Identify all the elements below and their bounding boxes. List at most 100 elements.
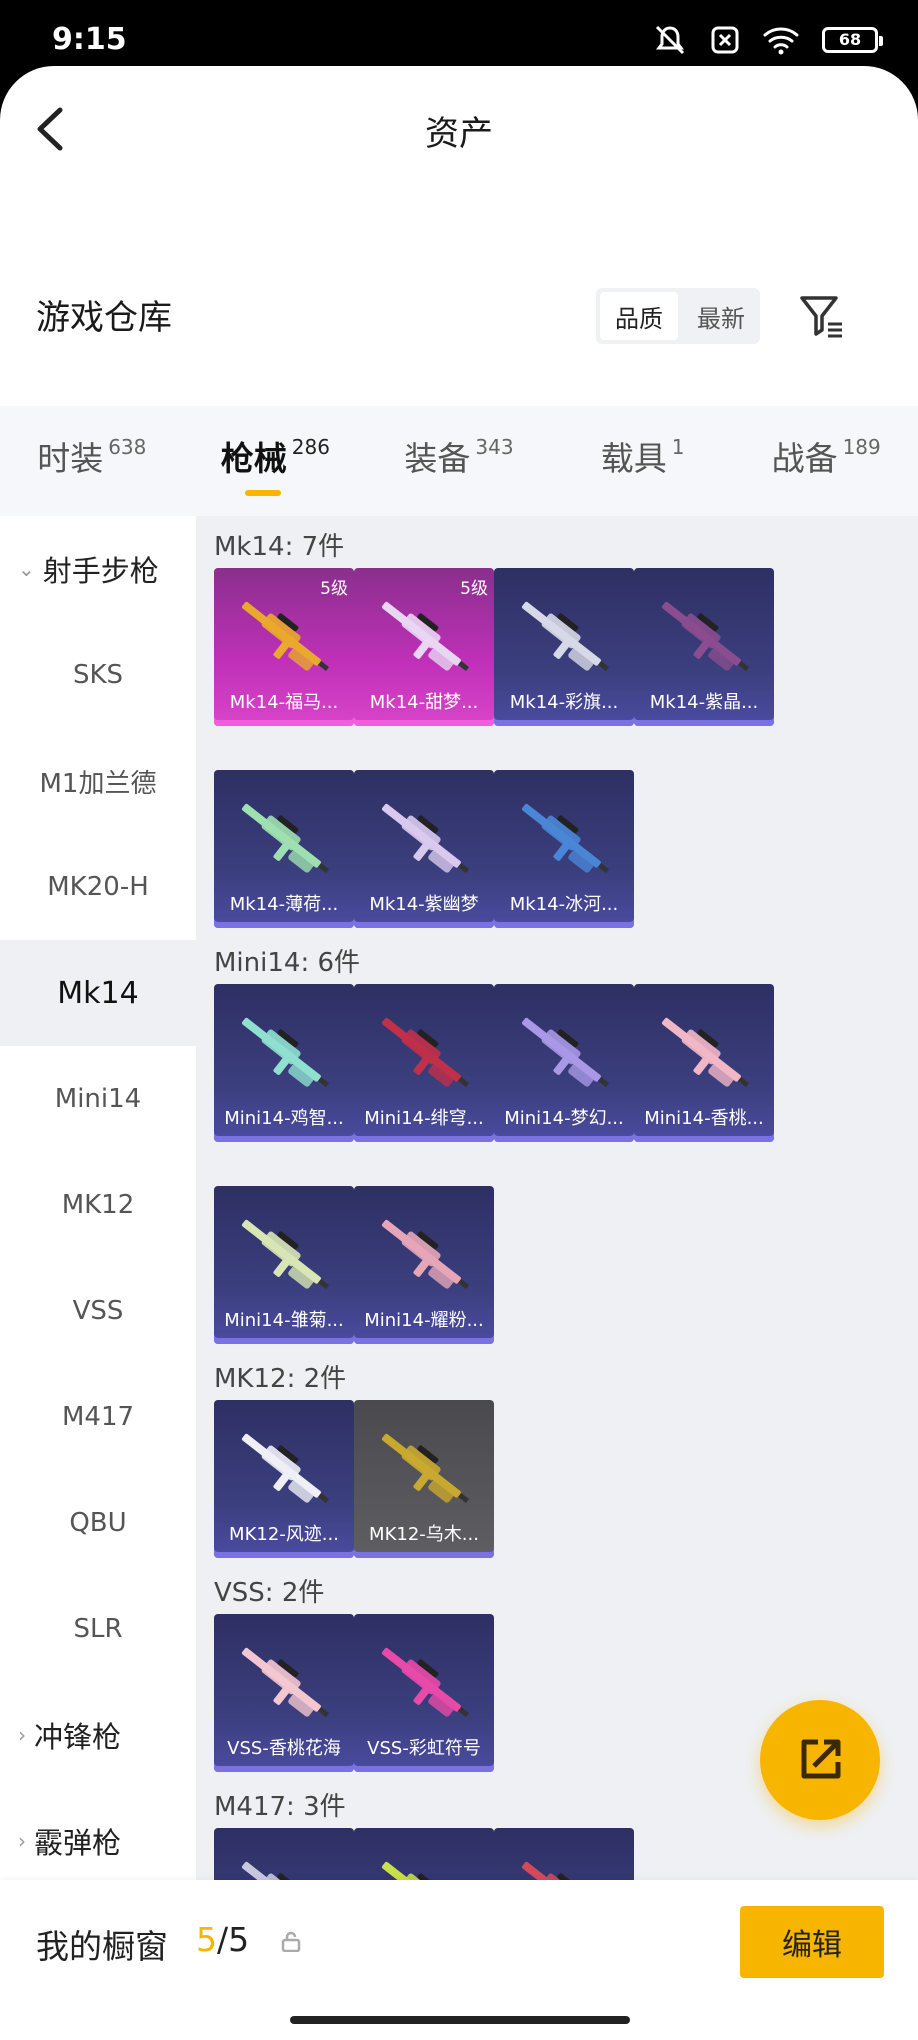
rifle-icon [381,601,470,672]
weapon-name: Mini14-耀粉... [364,1310,484,1331]
rifle-icon [381,1017,470,1088]
sidebar-item-vss[interactable]: VSS [0,1258,196,1364]
rifle-icon [521,601,610,672]
warehouse-title: 游戏仓库 [36,298,172,338]
weapon-card[interactable]: 5级 Mk14-福马... [214,568,354,726]
tab-label: 枪械 [220,439,287,478]
section-title: MK12: 2件 [214,1364,347,1394]
weapon-name: Mk14-薄荷... [229,894,339,915]
sidebar-item-mk20-h[interactable]: MK20-H [0,834,196,940]
weapon-card[interactable]: Mini14-耀粉... [354,1186,494,1344]
weapon-card[interactable]: Mini14-绯穹... [354,984,494,1142]
section-title: VSS: 2件 [214,1578,325,1608]
mute-icon [655,25,685,55]
weapon-card[interactable]: VSS-彩虹符号 [354,1614,494,1772]
sidebar-group-smg[interactable]: › 冲锋枪 [0,1682,196,1788]
weapon-card[interactable]: Mini14-雏菊... [214,1186,354,1344]
weapon-name: MK12-风迹... [229,1524,339,1545]
warehouse-header: 游戏仓库 品质 最新 [0,274,918,354]
tab-count: 343 [475,435,514,459]
rifle-icon [241,803,330,874]
rifle-icon [661,601,750,672]
sidebar-group-label: 霰弹枪 [34,1826,122,1860]
sidebar-item-mk14[interactable]: Mk14 [0,940,196,1046]
share-button[interactable] [760,1700,880,1820]
weapon-name: Mk14-彩旗... [509,692,619,713]
tab-equipment[interactable]: 装备 343 [367,406,551,516]
weapon-name: Mini14-香桃... [644,1108,764,1129]
chevron-down-icon: ⌄ [18,557,35,581]
tab-count: 286 [291,435,330,459]
app-screen: 资产 游戏仓库 品质 最新 时装 638 枪械 286 装备 343 载具 1 战备 18… [0,66,918,2040]
sidebar-group-marksman-rifle[interactable]: ⌄ 射手步枪 [0,516,196,622]
weapon-card[interactable]: MK12-风迹... [214,1400,354,1558]
sidebar-item-mini14[interactable]: Mini14 [0,1046,196,1152]
no-sim-icon [711,26,739,54]
level-badge: 5级 [320,579,348,599]
chevron-right-icon: › [18,1723,26,1747]
chevron-right-icon: › [18,1829,26,1853]
tab-count: 189 [842,435,881,459]
home-indicator [290,2016,630,2024]
weapon-card[interactable]: 5级 Mk14-甜梦... [354,568,494,726]
weapon-name: Mk14-冰河... [509,894,619,915]
nav-bar: 资产 [0,66,918,196]
tab-fashion[interactable]: 时装 638 [0,406,184,516]
showcase-current: 5 [196,1920,217,1959]
battery-icon: 68 [822,27,883,53]
weapon-card[interactable]: Mini14-香桃... [634,984,774,1142]
sidebar-group-label: 冲锋枪 [34,1720,122,1754]
rifle-icon [241,601,330,672]
sort-toggle: 品质 最新 [596,288,760,344]
rifle-icon [521,1017,610,1088]
sidebar-group-label: 射手步枪 [42,554,159,588]
tab-label: 战备 [771,439,838,478]
tab-count: 1 [671,435,685,459]
weapon-card[interactable]: Mk14-冰河... [494,770,634,928]
section-title: Mk14: 7件 [214,532,345,562]
weapon-card[interactable]: Mini14-梦幻... [494,984,634,1142]
weapon-name: MK12-乌木... [369,1524,479,1545]
weapon-name: Mk14-紫幽梦 [369,894,479,915]
sidebar-group-shotgun[interactable]: › 霰弹枪 [0,1788,196,1894]
sidebar-item-m1-garand[interactable]: M1加兰德 [0,728,196,834]
weapon-name: VSS-香桃花海 [227,1738,341,1759]
sidebar-item-mk12[interactable]: MK12 [0,1152,196,1258]
rifle-icon [381,1219,470,1290]
lock-icon [281,1931,301,1952]
weapon-card[interactable]: Mk14-紫幽梦 [354,770,494,928]
weapon-card[interactable]: Mini14-鸡智... [214,984,354,1142]
weapon-name: Mini14-雏菊... [224,1310,344,1331]
tab-vehicles[interactable]: 载具 1 [551,406,735,516]
weapon-card[interactable]: VSS-香桃花海 [214,1614,354,1772]
rifle-icon [381,1647,470,1718]
tab-label: 装备 [404,439,471,478]
tab-supplies[interactable]: 战备 189 [734,406,918,516]
wifi-icon [763,27,799,55]
weapon-card[interactable]: MK12-乌木... [354,1400,494,1558]
weapon-card[interactable]: Mk14-薄荷... [214,770,354,928]
status-icons: 68 [652,24,883,56]
sidebar-item-slr[interactable]: SLR [0,1576,196,1682]
rifle-icon [241,1219,330,1290]
weapon-card[interactable]: Mk14-紫晶... [634,568,774,726]
rifle-icon [381,1433,470,1504]
sidebar-item-m417[interactable]: M417 [0,1364,196,1470]
rifle-icon [521,803,610,874]
sort-quality-button[interactable]: 品质 [600,292,678,340]
status-bar: 9:15 68 [0,0,918,68]
weapon-name: Mk14-甜梦... [369,692,479,713]
weapon-card[interactable]: Mk14-彩旗... [494,568,634,726]
weapon-name: Mini14-绯穹... [364,1108,484,1129]
tab-count: 638 [108,435,147,459]
tab-guns[interactable]: 枪械 286 [184,406,368,516]
edit-button[interactable]: 编辑 [740,1906,884,1978]
sidebar-item-qbu[interactable]: QBU [0,1470,196,1576]
weapon-name: Mk14-紫晶... [649,692,759,713]
share-export-icon [801,1739,841,1779]
filter-icon[interactable] [798,292,846,340]
sort-newest-button[interactable]: 最新 [682,288,760,344]
sidebar-item-sks[interactable]: SKS [0,622,196,728]
category-tabs: 时装 638 枪械 286 装备 343 载具 1 战备 189 [0,406,918,516]
rifle-icon [241,1647,330,1718]
